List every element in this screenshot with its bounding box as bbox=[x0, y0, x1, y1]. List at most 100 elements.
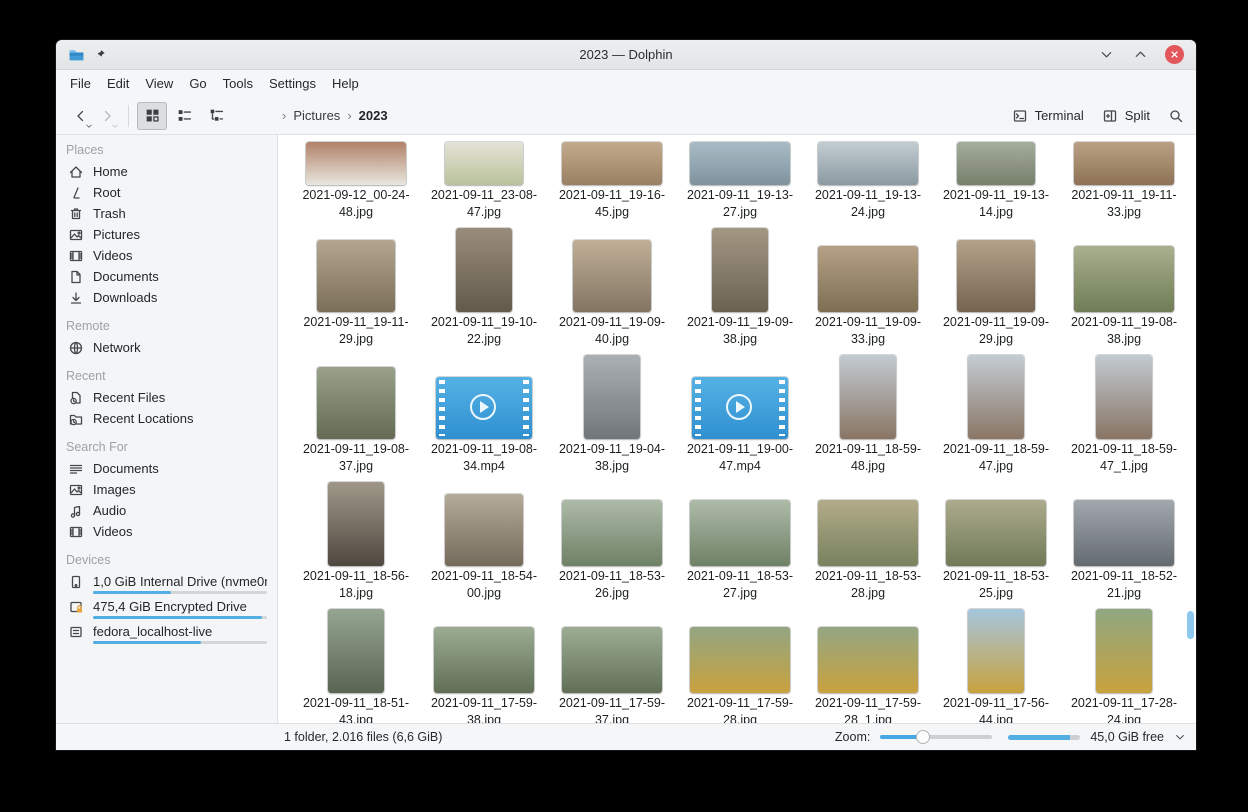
file-view[interactable]: 2021-09-12_00-24-48.jpg 2021-09-11_23-08… bbox=[278, 135, 1196, 723]
file-thumbnail[interactable] bbox=[840, 355, 896, 439]
menu-item-go[interactable]: Go bbox=[181, 73, 214, 94]
file-thumbnail[interactable] bbox=[306, 142, 406, 185]
free-space-chevron-icon[interactable] bbox=[1174, 731, 1186, 743]
sidebar-item-audio[interactable]: Audio bbox=[64, 500, 269, 521]
file-thumbnail[interactable] bbox=[562, 627, 662, 693]
forward-button[interactable] bbox=[94, 102, 120, 130]
file-thumbnail[interactable] bbox=[445, 494, 523, 566]
title-bar[interactable]: 2023 — Dolphin bbox=[56, 40, 1196, 70]
file-thumbnail[interactable] bbox=[818, 246, 918, 312]
file-item[interactable]: 2021-09-11_17-59-38.jpg bbox=[420, 607, 548, 723]
file-thumbnail[interactable] bbox=[328, 482, 384, 566]
file-item[interactable]: 2021-09-11_18-53-26.jpg bbox=[548, 480, 676, 602]
menu-item-settings[interactable]: Settings bbox=[261, 73, 324, 94]
menu-item-tools[interactable]: Tools bbox=[215, 73, 261, 94]
file-thumbnail[interactable] bbox=[957, 240, 1035, 312]
split-button[interactable]: Split bbox=[1102, 108, 1150, 124]
file-thumbnail[interactable] bbox=[968, 355, 1024, 439]
file-thumbnail[interactable] bbox=[1074, 500, 1174, 566]
file-thumbnail[interactable] bbox=[456, 228, 512, 312]
file-thumbnail[interactable] bbox=[328, 609, 384, 693]
file-thumbnail[interactable] bbox=[1074, 246, 1174, 312]
file-item[interactable]: 2021-09-11_18-52-21.jpg bbox=[1060, 480, 1188, 602]
file-item[interactable]: 2021-09-11_18-59-47.jpg bbox=[932, 353, 1060, 475]
file-item[interactable]: 2021-09-11_19-04-38.jpg bbox=[548, 353, 676, 475]
sidebar-item-fedora-localhost-live[interactable]: fedora_localhost-live bbox=[64, 621, 269, 646]
file-item[interactable]: 2021-09-11_19-13-14.jpg bbox=[932, 140, 1060, 221]
sidebar-item-videos[interactable]: Videos bbox=[64, 521, 269, 542]
file-item[interactable]: 2021-09-11_18-59-47_1.jpg bbox=[1060, 353, 1188, 475]
sidebar-item-trash[interactable]: Trash bbox=[64, 203, 269, 224]
file-thumbnail[interactable] bbox=[946, 500, 1046, 566]
details-view-button[interactable] bbox=[201, 102, 231, 130]
sidebar-item-home[interactable]: Home bbox=[64, 161, 269, 182]
file-thumbnail[interactable] bbox=[317, 240, 395, 312]
terminal-button[interactable]: Terminal bbox=[1012, 108, 1084, 124]
file-thumbnail[interactable] bbox=[818, 500, 918, 566]
file-thumbnail[interactable] bbox=[436, 377, 532, 439]
file-thumbnail[interactable] bbox=[562, 500, 662, 566]
file-item[interactable]: 2021-09-11_17-28-24.jpg bbox=[1060, 607, 1188, 723]
sidebar-item-downloads[interactable]: Downloads bbox=[64, 287, 269, 308]
file-thumbnail[interactable] bbox=[818, 627, 918, 693]
file-item[interactable]: 2021-09-11_17-56-44.jpg bbox=[932, 607, 1060, 723]
file-item[interactable]: 2021-09-11_19-13-27.jpg bbox=[676, 140, 804, 221]
compact-view-button[interactable] bbox=[169, 102, 199, 130]
file-item[interactable]: 2021-09-11_17-59-28_1.jpg bbox=[804, 607, 932, 723]
sidebar-item-1-0-gib-internal-drive-nvme0n[interactable]: 1,0 GiB Internal Drive (nvme0n... bbox=[64, 571, 269, 596]
file-item[interactable]: 2021-09-11_19-13-24.jpg bbox=[804, 140, 932, 221]
menu-item-edit[interactable]: Edit bbox=[99, 73, 137, 94]
file-thumbnail[interactable] bbox=[1074, 142, 1174, 185]
file-item[interactable]: 2021-09-11_19-08-37.jpg bbox=[292, 353, 420, 475]
file-item[interactable]: 2021-09-11_18-53-28.jpg bbox=[804, 480, 932, 602]
file-thumbnail[interactable] bbox=[573, 240, 651, 312]
breadcrumb-current-folder[interactable]: 2023 bbox=[359, 108, 388, 123]
file-item[interactable]: 2021-09-11_18-59-48.jpg bbox=[804, 353, 932, 475]
maximize-button[interactable] bbox=[1131, 46, 1149, 64]
file-item[interactable]: 2021-09-11_19-11-29.jpg bbox=[292, 226, 420, 348]
file-thumbnail[interactable] bbox=[957, 142, 1035, 185]
file-item[interactable]: 2021-09-11_17-59-28.jpg bbox=[676, 607, 804, 723]
icons-view-button[interactable] bbox=[137, 102, 167, 130]
sidebar-item-pictures[interactable]: Pictures bbox=[64, 224, 269, 245]
vertical-scrollbar[interactable] bbox=[1186, 135, 1194, 723]
file-item[interactable]: 2021-09-11_19-10-22.jpg bbox=[420, 226, 548, 348]
file-thumbnail[interactable] bbox=[1096, 609, 1152, 693]
sidebar-item-videos[interactable]: Videos bbox=[64, 245, 269, 266]
menu-item-help[interactable]: Help bbox=[324, 73, 367, 94]
file-item[interactable]: 2021-09-11_19-00-47.mp4 bbox=[676, 353, 804, 475]
file-item[interactable]: 2021-09-11_18-53-27.jpg bbox=[676, 480, 804, 602]
file-thumbnail[interactable] bbox=[818, 142, 918, 185]
file-item[interactable]: 2021-09-12_00-24-48.jpg bbox=[292, 140, 420, 221]
sidebar-item-root[interactable]: Root bbox=[64, 182, 269, 203]
sidebar-item-recent-files[interactable]: Recent Files bbox=[64, 387, 269, 408]
scrollbar-thumb[interactable] bbox=[1187, 611, 1194, 639]
sidebar-item-images[interactable]: Images bbox=[64, 479, 269, 500]
file-thumbnail[interactable] bbox=[690, 142, 790, 185]
file-item[interactable]: 2021-09-11_18-54-00.jpg bbox=[420, 480, 548, 602]
sidebar-item-network[interactable]: Network bbox=[64, 337, 269, 358]
file-item[interactable]: 2021-09-11_18-53-25.jpg bbox=[932, 480, 1060, 602]
file-item[interactable]: 2021-09-11_19-09-29.jpg bbox=[932, 226, 1060, 348]
close-button[interactable] bbox=[1165, 45, 1184, 64]
file-thumbnail[interactable] bbox=[690, 500, 790, 566]
file-item[interactable]: 2021-09-11_19-08-34.mp4 bbox=[420, 353, 548, 475]
menu-item-file[interactable]: File bbox=[62, 73, 99, 94]
file-item[interactable]: 2021-09-11_17-59-37.jpg bbox=[548, 607, 676, 723]
file-item[interactable]: 2021-09-11_19-09-38.jpg bbox=[676, 226, 804, 348]
sidebar-item-documents[interactable]: Documents bbox=[64, 266, 269, 287]
file-thumbnail[interactable] bbox=[317, 367, 395, 439]
sidebar-item-documents[interactable]: Documents bbox=[64, 458, 269, 479]
file-thumbnail[interactable] bbox=[434, 627, 534, 693]
file-thumbnail[interactable] bbox=[692, 377, 788, 439]
file-thumbnail[interactable] bbox=[968, 609, 1024, 693]
minimize-button[interactable] bbox=[1097, 46, 1115, 64]
zoom-slider[interactable] bbox=[880, 729, 992, 745]
file-item[interactable]: 2021-09-11_23-08-47.jpg bbox=[420, 140, 548, 221]
zoom-slider-handle[interactable] bbox=[916, 730, 930, 744]
file-thumbnail[interactable] bbox=[1096, 355, 1152, 439]
search-button[interactable] bbox=[1168, 108, 1184, 124]
breadcrumb-pictures[interactable]: Pictures bbox=[293, 108, 340, 123]
breadcrumb-chevron-icon[interactable]: › bbox=[282, 108, 286, 123]
file-thumbnail[interactable] bbox=[584, 355, 640, 439]
